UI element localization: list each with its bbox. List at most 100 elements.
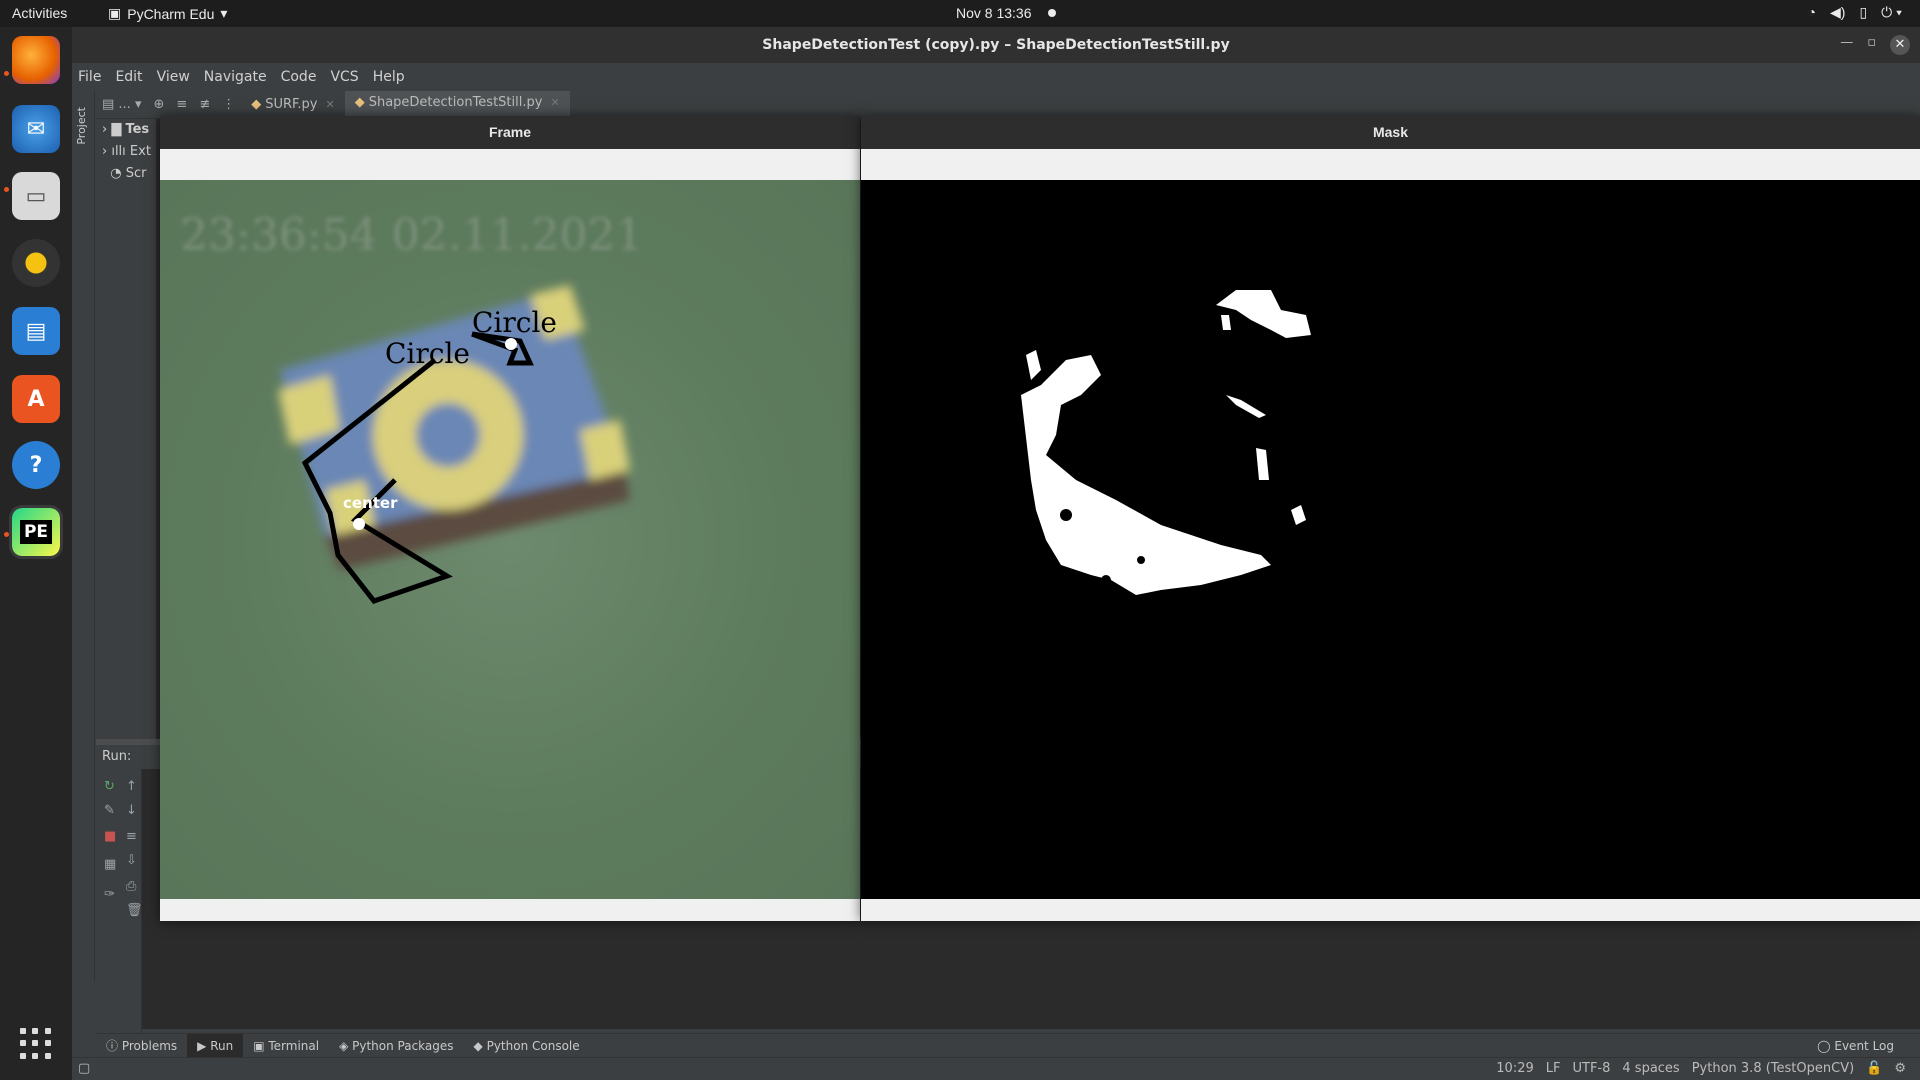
project-view-dropdown[interactable]: ▤ ... ▾ — [96, 97, 148, 112]
tab-problems[interactable]: ⓘ Problems — [96, 1034, 187, 1058]
down-arrow-icon[interactable]: ↓ — [126, 803, 137, 818]
chevron-down-icon: ▾ — [220, 5, 228, 21]
indent-setting[interactable]: 4 spaces — [1622, 1061, 1679, 1076]
thunderbird-icon[interactable]: ✉ — [12, 105, 60, 153]
pycharm-edu-label: PE — [19, 520, 53, 544]
gnome-top-bar: Activities ▣ PyCharm Edu ▾ Nov 8 13:36 ◔… — [0, 0, 1920, 27]
activities-button[interactable]: Activities — [12, 5, 67, 21]
bottom-tool-tabs: ⓘ Problems ▶ Run ▣ Terminal ◈ Python Pac… — [96, 1033, 1920, 1058]
tab-python-packages[interactable]: ◈ Python Packages — [329, 1034, 463, 1058]
battery-icon[interactable]: ▯ — [1859, 4, 1867, 21]
running-indicator — [4, 532, 9, 537]
trash-icon[interactable]: 🗑 — [126, 903, 143, 918]
settings-icon[interactable]: ⚙ — [1894, 1061, 1906, 1076]
soft-wrap-icon[interactable]: ≡ — [126, 829, 137, 844]
lock-icon[interactable]: 🔓 — [1866, 1061, 1882, 1076]
circle-label-2: Circle — [472, 306, 557, 339]
tab-python-console[interactable]: ◆ Python Console — [464, 1034, 590, 1058]
tree-item-label: Tes — [125, 122, 150, 137]
event-log-button[interactable]: ◯ Event Log — [1817, 1034, 1894, 1058]
libreoffice-writer-icon[interactable]: ▤ — [12, 307, 60, 355]
python-file-icon: ◆ — [354, 95, 365, 110]
layout-icon[interactable]: ▦ — [104, 857, 116, 872]
up-arrow-icon[interactable]: ↑ — [126, 779, 137, 794]
tab-label: Python Console — [486, 1038, 580, 1053]
menu-edit[interactable]: Edit — [115, 63, 142, 91]
tree-item-project[interactable]: › ▇ Tes — [96, 119, 156, 141]
rerun-icon[interactable]: ↻ — [104, 779, 115, 794]
collapse-all-icon[interactable]: ≢ — [193, 97, 216, 112]
frame-window-titlebar[interactable]: Frame — [160, 116, 860, 149]
help-icon[interactable]: ? — [12, 441, 60, 489]
python-interpreter[interactable]: Python 3.8 (TestOpenCV) — [1692, 1061, 1854, 1076]
clock[interactable]: Nov 8 13:36 — [956, 5, 1032, 21]
expand-all-icon[interactable]: ≡ — [170, 97, 193, 112]
menu-navigate[interactable]: Navigate — [204, 63, 267, 91]
mask-window-titlebar[interactable]: Mask — [861, 116, 1920, 149]
power-icon[interactable]: ⏻ ▾ — [1881, 4, 1902, 21]
mask-image-canvas — [1021, 290, 1311, 595]
rhythmbox-icon[interactable] — [12, 239, 60, 287]
maximize-icon[interactable]: ▫ — [1867, 35, 1876, 55]
menu-view[interactable]: View — [157, 63, 190, 91]
menu-code[interactable]: Code — [281, 63, 317, 91]
frame-image-canvas: 23:36:54 02.11.2021 Circle Circle center — [180, 210, 644, 604]
show-applications-icon[interactable] — [20, 1028, 52, 1060]
tab-label: ShapeDetectionTestStill.py — [368, 95, 543, 110]
tab-terminal[interactable]: ▣ Terminal — [243, 1034, 329, 1058]
tab-label: Run — [210, 1038, 234, 1053]
close-tab-icon[interactable]: ✕ — [326, 91, 335, 119]
editor-tab-row: ▤ ... ▾ ⊕ ≡ ≢ ⋮ ◆ SURF.py ✕ ◆ ShapeDetec… — [96, 89, 1920, 119]
mask-blobs — [1021, 290, 1311, 595]
menu-help[interactable]: Help — [373, 63, 405, 91]
tab-surf-py[interactable]: ◆ SURF.py ✕ — [241, 91, 345, 119]
python-file-icon: ◆ — [251, 96, 262, 112]
mask-window: Mask — [861, 116, 1920, 921]
wifi-icon[interactable]: ◔ — [1808, 4, 1816, 21]
firefox-icon[interactable] — [12, 36, 60, 84]
status-bar: ▢ 10:29 LF UTF-8 4 spaces Python 3.8 (Te… — [72, 1057, 1920, 1080]
options-icon[interactable]: ⋮ — [216, 97, 241, 112]
caret-position[interactable]: 10:29 — [1496, 1061, 1533, 1076]
project-view-label: ... — [118, 97, 131, 112]
tab-run[interactable]: ▶ Run — [187, 1033, 244, 1058]
project-tool-button[interactable]: Project — [75, 107, 88, 145]
pin-icon[interactable]: ✑ — [104, 887, 115, 902]
run-panel-label: Run: — [102, 749, 132, 764]
files-icon[interactable]: ▭ — [12, 172, 60, 220]
running-indicator — [4, 187, 9, 192]
app-menu-button[interactable]: ▣ PyCharm Edu ▾ — [108, 5, 227, 22]
notification-dot — [1048, 9, 1056, 17]
minimize-icon[interactable]: — — [1840, 35, 1853, 55]
wrench-icon[interactable]: ✎ — [104, 803, 115, 818]
file-encoding[interactable]: UTF-8 — [1572, 1061, 1610, 1076]
window-titlebar[interactable]: ShapeDetectionTest (copy).py – ShapeDete… — [72, 27, 1920, 63]
scroll-to-end-icon[interactable]: ⇩ — [126, 853, 137, 868]
tab-label: Terminal — [268, 1038, 320, 1053]
tree-item-external-libraries[interactable]: › ıllı Ext — [96, 141, 156, 163]
project-tree: › ▇ Tes › ıllı Ext ◔ Scr — [96, 119, 156, 739]
volume-icon[interactable]: ◀) — [1830, 4, 1845, 21]
center-label: center — [343, 494, 398, 512]
line-separator[interactable]: LF — [1546, 1061, 1561, 1076]
center-point-2 — [505, 338, 517, 350]
tab-shape-detection-still-py[interactable]: ◆ ShapeDetectionTestStill.py ✕ — [344, 89, 570, 119]
status-toggle-icon[interactable]: ▢ — [78, 1061, 90, 1076]
ubuntu-software-icon[interactable]: A — [12, 375, 60, 423]
menu-bar: File Edit View Navigate Code VCS Help — [72, 63, 1920, 91]
tree-item-scratches[interactable]: ◔ Scr — [96, 163, 156, 185]
close-tab-icon[interactable]: ✕ — [550, 89, 559, 117]
print-icon[interactable]: ⎙ — [126, 879, 136, 894]
pycharm-small-icon: ▣ — [108, 5, 122, 21]
stop-icon[interactable]: ■ — [104, 829, 116, 844]
timestamp-overlay: 23:36:54 02.11.2021 — [180, 210, 644, 261]
pycharm-edu-icon[interactable]: PE — [9, 505, 63, 559]
close-icon[interactable]: ✕ — [1890, 35, 1910, 55]
menu-file[interactable]: File — [78, 63, 101, 91]
window-controls: — ▫ ✕ — [1840, 35, 1910, 55]
system-tray[interactable]: ◔ ◀) ▯ ⏻ ▾ — [1808, 4, 1902, 21]
frame-image: 23:36:54 02.11.2021 Circle Circle center — [160, 180, 860, 899]
mask-image — [861, 180, 1920, 899]
menu-vcs[interactable]: VCS — [330, 63, 358, 91]
locate-icon[interactable]: ⊕ — [148, 97, 171, 112]
